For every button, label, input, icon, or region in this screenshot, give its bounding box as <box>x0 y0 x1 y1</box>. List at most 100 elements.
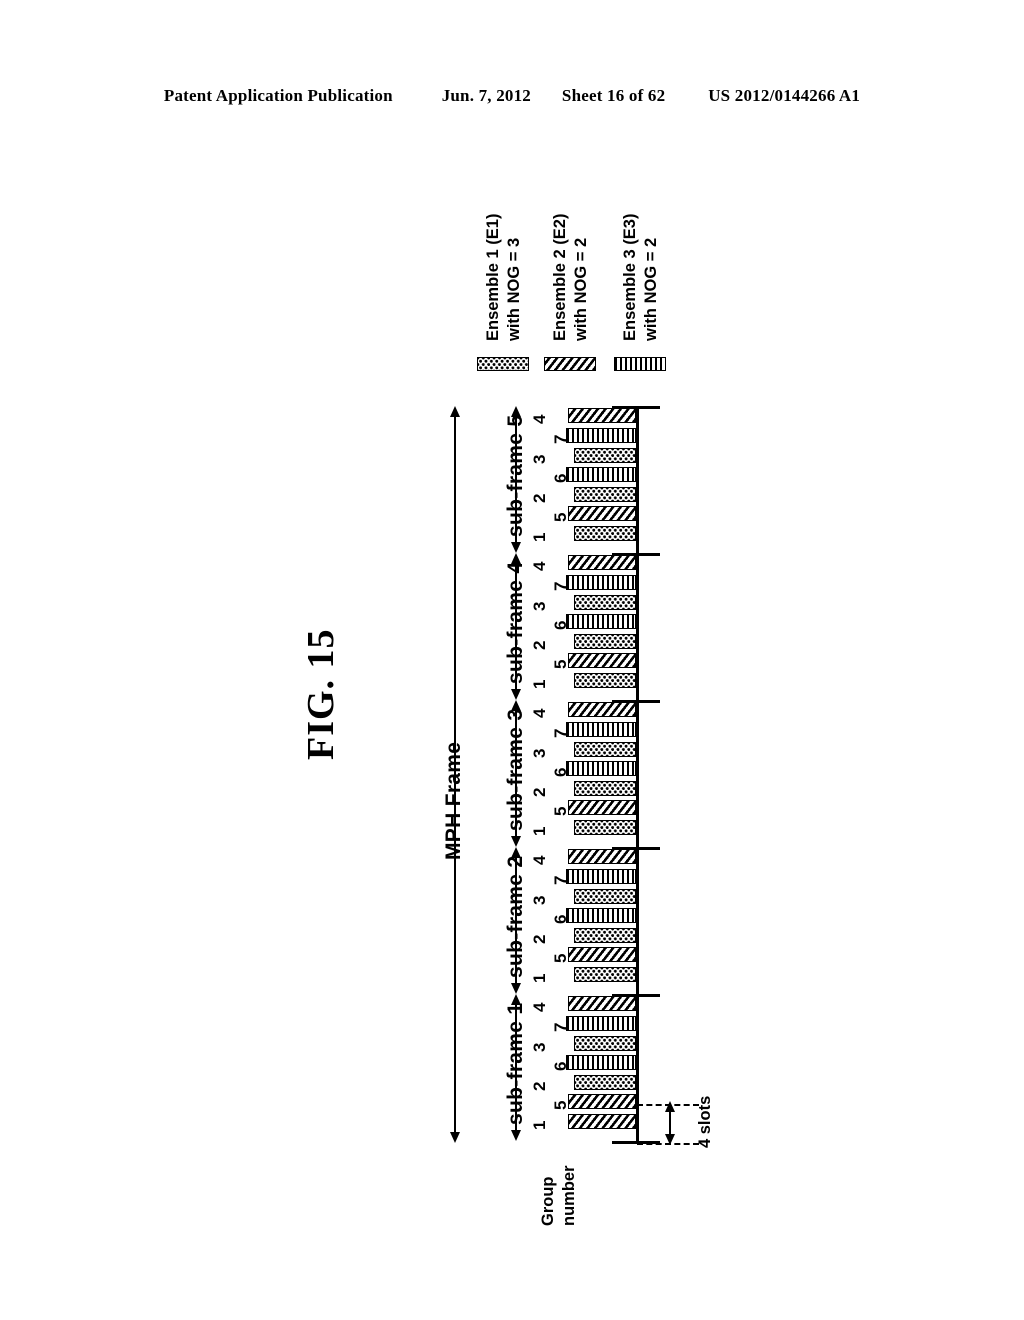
figure-15: FIG. 15 Ensemble 1 (E1) with NOG = 3 Ens… <box>0 0 1024 1320</box>
bar-subframe1-group3 <box>574 1035 636 1051</box>
group-number-sf5-5: 5 <box>551 512 570 523</box>
legend-swatch-e1 <box>477 357 529 371</box>
slots-arrowhead-bottom <box>664 1134 675 1145</box>
mph-frame-arrowhead-bottom <box>449 1132 460 1143</box>
bar-subframe1-group5 <box>568 1094 636 1110</box>
bar-subframe3-group3 <box>574 741 636 757</box>
bar-subframe2-group6 <box>566 908 636 924</box>
mph-frame-label: MPH Frame <box>442 741 465 860</box>
legend-label-e1-line1: Ensemble 1 (E1) <box>484 213 502 341</box>
group-number-sf4-7: 7 <box>551 581 570 591</box>
bar-subframe5-group7 <box>566 428 636 443</box>
bar-subframe1-group1 <box>568 1114 636 1129</box>
bar-subframe5-group5 <box>568 506 636 522</box>
group-number-sf4-6: 6 <box>551 620 570 631</box>
bar-subframe2-group4 <box>568 849 636 865</box>
group-number-sf1-4: 4 <box>530 1002 549 1013</box>
subframe-arrowhead-bottom-1 <box>510 1130 521 1141</box>
bar-subframe5-group1 <box>574 526 636 541</box>
legend-swatch-e2 <box>544 357 596 371</box>
bar-subframe1-group6 <box>566 1055 636 1071</box>
bar-subframe5-group2 <box>574 486 636 502</box>
group-number-label-line2: number <box>560 1165 578 1226</box>
bar-subframe3-group6 <box>566 761 636 777</box>
bar-subframe3-group4 <box>568 702 636 718</box>
legend-label-e3-line2: with NOG = 2 <box>642 237 660 341</box>
group-number-sf1-5: 5 <box>551 1100 570 1111</box>
group-number-sf1-7: 7 <box>551 1022 570 1032</box>
bar-subframe4-group4 <box>568 555 636 571</box>
bar-subframe2-group1 <box>574 967 636 982</box>
bar-subframe5-group6 <box>566 467 636 483</box>
subframe-label-3: sub-frame 3 <box>504 708 527 831</box>
group-number-sf3-3: 3 <box>530 748 549 758</box>
group-number-sf2-3: 3 <box>530 895 549 905</box>
group-number-sf1-1: 1 <box>530 1120 549 1130</box>
bar-subframe4-group6 <box>566 614 636 630</box>
group-number-sf2-4: 4 <box>530 855 549 866</box>
bar-subframe2-group5 <box>568 947 636 963</box>
bar-subframe2-group2 <box>574 927 636 943</box>
subframe-label-5: sub-frame 5 <box>504 414 527 537</box>
group-number-sf2-5: 5 <box>551 953 570 964</box>
group-number-sf1-6: 6 <box>551 1061 570 1072</box>
subframe-arrowhead-bottom-2 <box>510 983 521 994</box>
bar-subframe4-group2 <box>574 633 636 649</box>
group-number-sf4-2: 2 <box>530 640 549 650</box>
group-number-sf3-1: 1 <box>530 826 549 836</box>
legend-swatch-e3 <box>614 357 666 371</box>
group-number-sf2-7: 7 <box>551 875 570 885</box>
bar-subframe3-group1 <box>574 820 636 835</box>
subframe-label-2: sub-frame 2 <box>504 855 527 978</box>
group-number-sf4-3: 3 <box>530 601 549 611</box>
group-number-sf1-3: 3 <box>530 1042 549 1052</box>
group-number-sf5-7: 7 <box>551 434 570 444</box>
group-number-sf5-1: 1 <box>530 532 549 542</box>
subframe-arrowhead-bottom-5 <box>510 542 521 553</box>
group-number-sf3-4: 4 <box>530 708 549 719</box>
group-number-sf3-2: 2 <box>530 787 549 797</box>
axis-baseline <box>636 406 639 1143</box>
bar-subframe2-group3 <box>574 888 636 904</box>
figure-title: FIG. 15 <box>300 628 342 760</box>
bar-subframe5-group4 <box>568 408 636 424</box>
bar-subframe5-group3 <box>574 447 636 463</box>
group-number-sf3-5: 5 <box>551 806 570 817</box>
subframe-arrowhead-bottom-4 <box>510 689 521 700</box>
bar-subframe4-group5 <box>568 653 636 669</box>
bar-subframe1-group2 <box>574 1074 636 1090</box>
mph-frame-arrowhead-top <box>449 406 460 417</box>
subframe-label-4: sub-frame 4 <box>504 561 527 684</box>
group-number-sf1-2: 2 <box>530 1081 549 1091</box>
group-number-label-line1: Group <box>539 1176 557 1227</box>
group-number-sf5-2: 2 <box>530 493 549 503</box>
group-number-sf3-6: 6 <box>551 767 570 778</box>
group-number-sf4-5: 5 <box>551 659 570 670</box>
legend-label-e2-line2: with NOG = 2 <box>572 237 590 341</box>
bar-subframe1-group4 <box>568 996 636 1012</box>
bar-subframe4-group1 <box>574 673 636 688</box>
bar-subframe2-group7 <box>566 869 636 884</box>
group-number-sf4-4: 4 <box>530 561 549 572</box>
group-number-sf2-6: 6 <box>551 914 570 925</box>
bar-subframe3-group2 <box>574 780 636 796</box>
slots-arrowhead-top <box>664 1101 675 1112</box>
group-number-sf4-1: 1 <box>530 679 549 689</box>
bar-subframe3-group7 <box>566 722 636 737</box>
legend-label-e1-line2: with NOG = 3 <box>505 237 523 341</box>
subframe-arrowhead-bottom-3 <box>510 836 521 847</box>
group-number-sf5-3: 3 <box>530 454 549 464</box>
group-number-sf3-7: 7 <box>551 728 570 738</box>
bar-subframe4-group3 <box>574 594 636 610</box>
group-number-sf2-1: 1 <box>530 973 549 983</box>
bar-subframe3-group5 <box>568 800 636 816</box>
bar-subframe4-group7 <box>566 575 636 590</box>
group-number-sf2-2: 2 <box>530 934 549 944</box>
legend-label-e2-line1: Ensemble 2 (E2) <box>551 213 569 341</box>
bar-subframe1-group7 <box>566 1016 636 1031</box>
group-number-sf5-4: 4 <box>530 414 549 425</box>
slots-label: 4 slots <box>696 1095 714 1148</box>
legend-label-e3-line1: Ensemble 3 (E3) <box>621 213 639 341</box>
subframe-label-1: sub-frame 1 <box>504 1002 527 1125</box>
group-number-sf5-6: 6 <box>551 473 570 484</box>
